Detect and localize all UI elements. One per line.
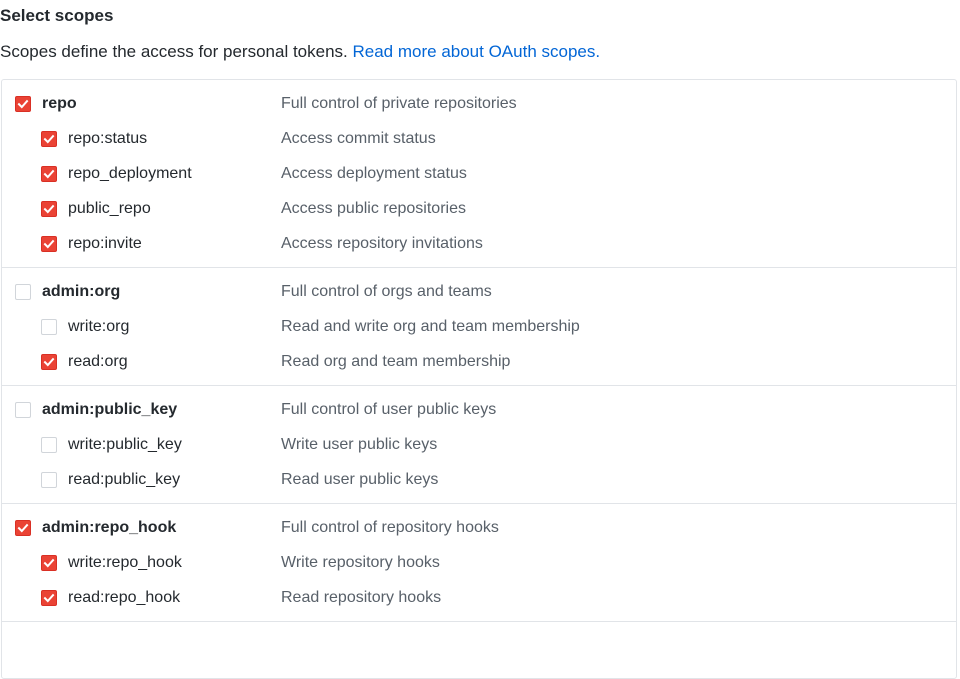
- checkbox-admin-public-key[interactable]: [15, 402, 31, 418]
- oauth-scopes-link[interactable]: Read more about OAuth scopes.: [353, 42, 601, 61]
- scope-row-child: read:org Read org and team membership: [2, 351, 956, 375]
- checkbox-repo-deployment[interactable]: [41, 166, 57, 182]
- checkbox-write-org[interactable]: [41, 319, 57, 335]
- checkmark-icon: [43, 593, 55, 603]
- scope-name-read-public-key[interactable]: read:public_key: [68, 471, 180, 489]
- scope-name-repo-invite[interactable]: repo:invite: [68, 235, 142, 253]
- scope-description-read-public-key: Read user public keys: [281, 471, 439, 488]
- scope-name-admin-public-key[interactable]: admin:public_key: [42, 401, 177, 419]
- section-title: Select scopes: [0, 6, 114, 25]
- scope-row-child: read:public_key Read user public keys: [2, 469, 956, 493]
- checkmark-icon: [43, 134, 55, 144]
- scope-name-write-public-key[interactable]: write:public_key: [68, 436, 182, 454]
- checkbox-write-public-key[interactable]: [41, 437, 57, 453]
- scopes-description-text: Scopes define the access for personal to…: [0, 42, 348, 61]
- scopes-description: Scopes define the access for personal to…: [0, 42, 600, 62]
- scope-description-read-org: Read org and team membership: [281, 353, 511, 370]
- checkmark-icon: [17, 99, 29, 109]
- scope-row-child: write:org Read and write org and team mem…: [2, 316, 956, 340]
- checkbox-repo[interactable]: [15, 96, 31, 112]
- scope-name-repo-deployment[interactable]: repo_deployment: [68, 165, 192, 183]
- scope-row-child: repo:status Access commit status: [2, 128, 956, 152]
- checkbox-admin-repo-hook[interactable]: [15, 520, 31, 536]
- checkbox-read-public-key[interactable]: [41, 472, 57, 488]
- scope-description-repo: Full control of private repositories: [281, 95, 517, 112]
- checkmark-icon: [43, 169, 55, 179]
- scope-row-parent: repo Full control of private repositories: [2, 93, 956, 117]
- scope-name-read-org[interactable]: read:org: [68, 353, 128, 371]
- checkbox-repo-invite[interactable]: [41, 236, 57, 252]
- scope-description-repo-deployment: Access deployment status: [281, 165, 467, 182]
- checkbox-admin-org[interactable]: [15, 284, 31, 300]
- scope-row-child: public_repo Access public repositories: [2, 198, 956, 222]
- checkbox-write-repo-hook[interactable]: [41, 555, 57, 571]
- scope-row-parent: admin:repo_hook Full control of repositor…: [2, 517, 956, 541]
- scope-row-child: repo_deployment Access deployment status: [2, 163, 956, 187]
- scope-name-repo[interactable]: repo: [42, 95, 77, 113]
- checkmark-icon: [17, 523, 29, 533]
- scope-row-parent: admin:public_key Full control of user pub…: [2, 399, 956, 423]
- scope-row-child: write:repo_hook Write repository hooks: [2, 552, 956, 576]
- scope-name-public-repo[interactable]: public_repo: [68, 200, 151, 218]
- scope-description-read-repo-hook: Read repository hooks: [281, 589, 442, 606]
- checkmark-icon: [43, 558, 55, 568]
- scope-name-repo-status[interactable]: repo:status: [68, 130, 147, 148]
- scope-row-child: repo:invite Access repository invitations: [2, 233, 956, 257]
- checkmark-icon: [43, 239, 55, 249]
- scope-description-admin-public-key: Full control of user public keys: [281, 401, 497, 418]
- scope-description-public-repo: Access public repositories: [281, 200, 466, 217]
- scope-description-repo-status: Access commit status: [281, 130, 436, 147]
- scope-name-write-org[interactable]: write:org: [68, 318, 129, 336]
- scope-name-read-repo-hook[interactable]: read:repo_hook: [68, 589, 180, 607]
- scope-group-admin-org: admin:org Full control of orgs and teams w…: [2, 268, 956, 386]
- scope-description-write-repo-hook: Write repository hooks: [281, 554, 440, 571]
- scope-list: repo Full control of private repositories…: [1, 79, 957, 679]
- scope-group-repo: repo Full control of private repositories…: [2, 80, 956, 268]
- scope-name-admin-org[interactable]: admin:org: [42, 283, 120, 301]
- scope-group-admin-repo-hook: admin:repo_hook Full control of repositor…: [2, 504, 956, 622]
- scope-description-write-org: Read and write org and team membership: [281, 318, 580, 335]
- scope-description-admin-org: Full control of orgs and teams: [281, 283, 492, 300]
- scope-row-child: read:repo_hook Read repository hooks: [2, 587, 956, 611]
- scope-row-parent: admin:org Full control of orgs and teams: [2, 281, 956, 305]
- checkbox-read-repo-hook[interactable]: [41, 590, 57, 606]
- checkbox-public-repo[interactable]: [41, 201, 57, 217]
- scope-name-admin-repo-hook[interactable]: admin:repo_hook: [42, 519, 176, 537]
- scope-group-admin-public-key: admin:public_key Full control of user pub…: [2, 386, 956, 504]
- checkbox-read-org[interactable]: [41, 354, 57, 370]
- scope-description-repo-invite: Access repository invitations: [281, 235, 483, 252]
- scope-description-write-public-key: Write user public keys: [281, 436, 438, 453]
- checkbox-repo-status[interactable]: [41, 131, 57, 147]
- scope-description-admin-repo-hook: Full control of repository hooks: [281, 519, 499, 536]
- scope-row-child: write:public_key Write user public keys: [2, 434, 956, 458]
- checkmark-icon: [43, 357, 55, 367]
- scope-name-write-repo-hook[interactable]: write:repo_hook: [68, 554, 182, 572]
- checkmark-icon: [43, 204, 55, 214]
